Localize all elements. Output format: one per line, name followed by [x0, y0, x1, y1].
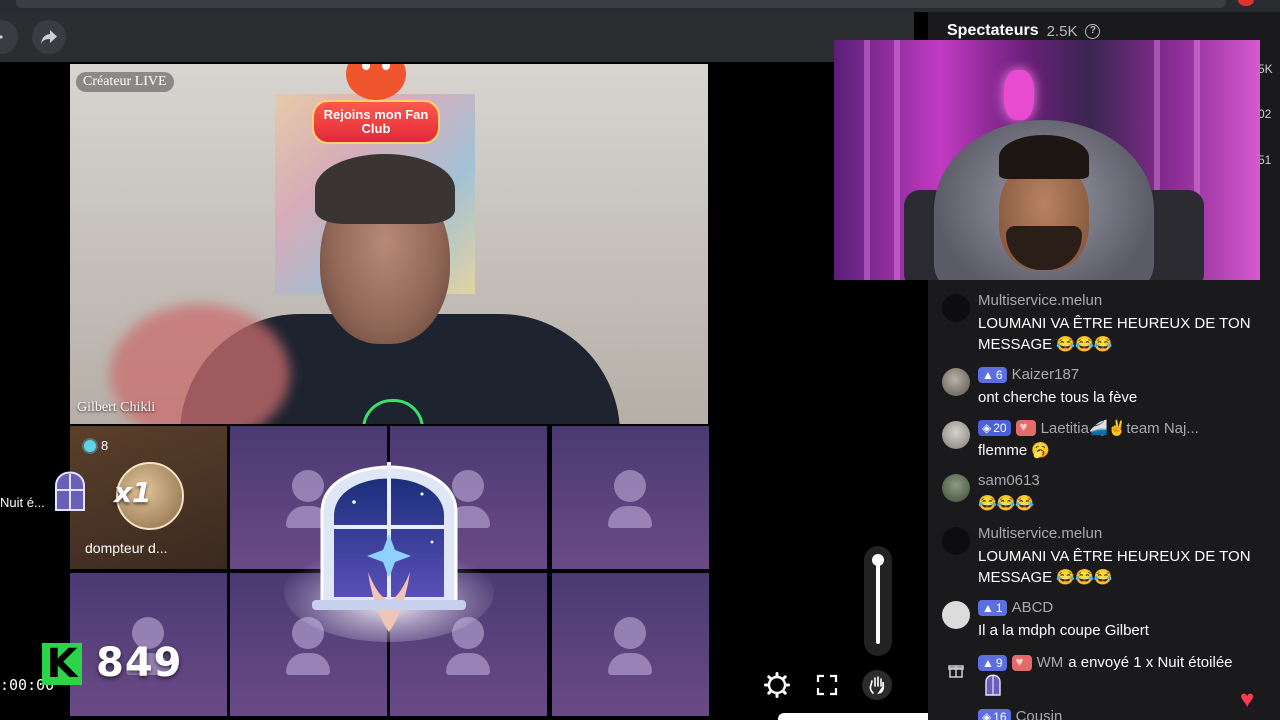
viewers-count: 2.5K: [1046, 22, 1078, 40]
chat-text: 😂😂😂: [978, 495, 1035, 512]
night-window-gift-icon: [55, 471, 85, 511]
starry-window-gift-icon: [284, 462, 494, 642]
chat-username[interactable]: Laetitia🚄✌️team Naj...: [1041, 419, 1199, 437]
avatar[interactable]: [942, 601, 970, 629]
chat-text: flemme 🥱: [978, 442, 1051, 459]
k-counter: 849: [96, 640, 183, 686]
gear-icon: [764, 672, 790, 698]
record-indicator-icon: [1238, 0, 1254, 6]
avatar[interactable]: [942, 527, 970, 555]
menu-button[interactable]: [0, 20, 18, 54]
settings-button[interactable]: [762, 670, 792, 700]
level-badge: ▲ 9: [978, 654, 1007, 671]
fullscreen-icon: [816, 674, 838, 696]
guest-name: dompteur d...: [85, 540, 168, 556]
level-badge: ▲ 1: [978, 599, 1007, 616]
stream-toolbar: [0, 12, 914, 62]
creator-hair: [315, 154, 455, 224]
empty-seat[interactable]: [552, 573, 709, 716]
guest-multiplier: x1: [114, 476, 152, 509]
gift-label: Nuit é...: [0, 495, 45, 510]
avatar[interactable]: [942, 474, 970, 502]
chat-username[interactable]: Multiservice.melun: [978, 525, 1102, 542]
more-icon: [0, 35, 3, 39]
address-bar[interactable]: [16, 0, 1226, 8]
chat-username[interactable]: WM: [1037, 654, 1064, 671]
volume-knob[interactable]: [872, 554, 884, 566]
hand-icon: [869, 676, 885, 695]
user-placeholder-icon: [614, 617, 646, 649]
chat-username[interactable]: ABCD: [1012, 599, 1054, 616]
fan-club-heart-icon: [1011, 654, 1032, 671]
streamer-hair: [999, 135, 1089, 179]
night-window-gift-icon: [985, 674, 1001, 696]
help-icon[interactable]: ?: [1085, 23, 1101, 39]
level-badge: ◈ 20: [978, 420, 1011, 436]
creator-live-tag: Créateur LIVE: [76, 72, 174, 92]
level-badge: ▲ 6: [978, 366, 1007, 383]
creator-video[interactable]: Créateur LIVE Gilbert Chikli Rejoins mon…: [70, 64, 708, 424]
floating-heart-icon: ♥: [1240, 686, 1255, 713]
gem-icon: [84, 439, 96, 452]
viewers-header[interactable]: Spectateurs 2.5K ?: [947, 22, 1101, 40]
guest-tile[interactable]: 8 x1 dompteur d...: [70, 426, 227, 569]
volume-fill: [876, 556, 880, 644]
lamp-decoration: [1004, 70, 1034, 120]
live-stream-screen: Créateur LIVE Gilbert Chikli Rejoins mon…: [0, 0, 1280, 720]
guest-gem-count: 8: [84, 438, 108, 453]
volume-slider[interactable]: [864, 546, 892, 656]
chat-username[interactable]: Multiservice.melun: [978, 292, 1102, 309]
avatar[interactable]: [942, 421, 970, 449]
user-placeholder-icon: [614, 470, 646, 502]
gift-text: a envoyé 1 x Nuit étoilée: [1068, 654, 1233, 671]
viewers-label: Spectateurs: [947, 22, 1039, 39]
k-logo-badge: K: [42, 643, 82, 685]
chat-text: Il a la mdph coupe Gilbert: [978, 622, 1149, 639]
chat-username[interactable]: sam0613: [978, 472, 1040, 489]
share-button[interactable]: [32, 20, 66, 54]
chat-text: LOUMANI VA ÊTRE HEUREUX DE TON MESSAGE 😂…: [978, 548, 1251, 586]
fan-club-heart-icon: [1015, 419, 1036, 436]
empty-seat[interactable]: [552, 426, 709, 569]
avatar[interactable]: [942, 368, 970, 396]
chat-username[interactable]: Cousin: [1016, 708, 1063, 720]
raise-hand-button[interactable]: [862, 670, 892, 700]
streamer-camera[interactable]: [834, 40, 1260, 280]
avatar[interactable]: [942, 294, 970, 322]
creator-name: Gilbert Chikli: [77, 400, 156, 415]
fan-club-label: Rejoins mon Fan Club: [312, 100, 440, 144]
chat-text: ont cherche tous la fève: [978, 389, 1138, 406]
level-badge: ◈ 16: [978, 708, 1011, 720]
fullscreen-button[interactable]: [812, 670, 842, 700]
chat-username[interactable]: Kaizer187: [1012, 366, 1080, 383]
chat-text: LOUMANI VA ÊTRE HEUREUX DE TON MESSAGE 😂…: [978, 315, 1251, 353]
share-arrow-icon: [41, 30, 57, 44]
fan-club-banner[interactable]: Rejoins mon Fan Club: [308, 64, 444, 146]
fan-club-mascot-icon: [346, 64, 406, 100]
browser-tab-strip: [0, 0, 1280, 12]
gift-icon: [942, 656, 970, 684]
